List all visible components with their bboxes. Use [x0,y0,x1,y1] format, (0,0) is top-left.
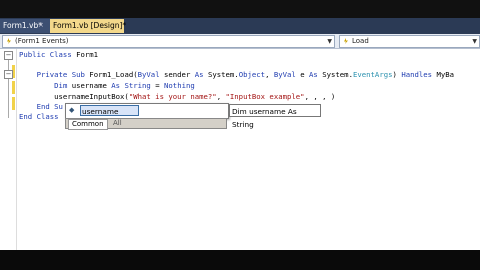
class-name-value: (Form1 Events) [15,37,69,45]
tab-all[interactable]: All [110,119,125,128]
intellisense-list[interactable]: ◆ username [65,103,229,119]
navigation-bar: (Form1 Events) ▼ Load ▼ [0,34,480,49]
tab-form1-design[interactable]: Form1.vb [Design]* [50,19,127,33]
code-editor[interactable]: − − Public Class Form1 Private Sub Form1… [0,49,480,250]
method-name-dropdown[interactable]: Load ▼ [339,35,480,48]
document-tab-strip: Form1.vb* × Form1.vb [Design]* [0,18,480,34]
chevron-down-icon: ▼ [472,38,477,45]
intellisense-selected-item[interactable]: username [80,105,139,116]
intellisense-filter-tabs: Common All [65,118,227,130]
code-line-6: End Su [36,102,63,111]
collapse-sub-icon[interactable]: − [4,70,13,79]
method-name-value: Load [352,37,369,45]
class-name-dropdown[interactable]: (Form1 Events) ▼ [2,35,335,48]
code-line-5: usernameInputBox("What is your name?", "… [19,92,336,101]
tab-form1-vb[interactable]: Form1.vb* [0,19,53,33]
outline-line [8,60,9,118]
close-tab-icon[interactable]: × [38,21,44,29]
app-window: Form1.vb* × Form1.vb [Design]* (Form1 Ev… [0,0,480,270]
tab-common[interactable]: Common [68,119,108,130]
editor-gutter: − − [0,49,17,250]
tab-label: Form1.vb [Design]* [53,21,127,30]
tab-label: Form1.vb* [3,21,42,30]
collapse-class-icon[interactable]: − [4,51,13,60]
change-marker [12,97,15,110]
chevron-down-icon: ▼ [327,38,332,45]
change-marker [12,81,15,94]
code-line-3: Private Sub Form1_Load(ByVal sender As S… [36,70,455,79]
variable-icon: ◆ [69,106,75,114]
code-line-1: Public Class Form1 [19,50,99,59]
lightning-icon [7,38,11,44]
code-line-7: End Class [19,112,59,121]
quickinfo-tooltip: Dim username As String [229,104,321,129]
bottom-band [0,250,480,270]
lightning-icon [344,38,348,44]
code-line-4: Dim username As String = Nothing [54,81,195,90]
top-band [0,0,480,18]
